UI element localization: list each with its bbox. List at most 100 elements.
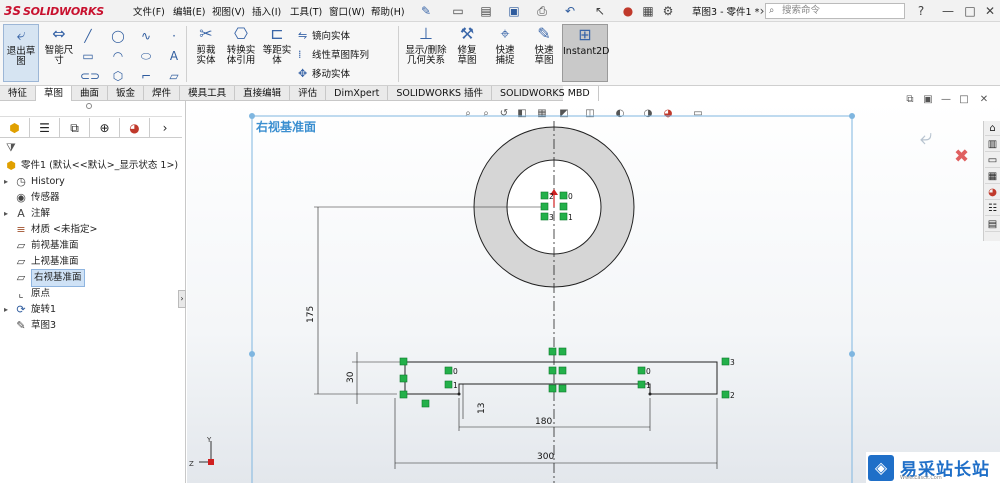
text-icon[interactable]: A	[166, 48, 182, 64]
line-icon[interactable]: ╱	[80, 28, 96, 44]
relation-marker[interactable]	[637, 366, 646, 375]
new-doc-icon[interactable]: ▭	[450, 3, 466, 19]
relation-marker[interactable]	[548, 366, 557, 375]
property-manager-tab-icon[interactable]: ☰	[30, 118, 60, 138]
rectangle-icon[interactable]: ▭	[80, 48, 96, 64]
repair-sketch-button[interactable]: ⚒ 修复草图	[452, 24, 482, 66]
relation-marker[interactable]	[559, 191, 568, 200]
tree-item-sensors[interactable]: ◉ 传感器	[4, 190, 59, 206]
relation-marker[interactable]	[540, 212, 549, 221]
pin-icon[interactable]: ✎	[418, 3, 434, 19]
filter-icon[interactable]: ⧩	[6, 141, 16, 155]
traffic-light-icon[interactable]: ●	[620, 3, 636, 19]
tree-item-sketch3[interactable]: ✎ 草图3	[4, 318, 56, 334]
tab-solidworks-mbd[interactable]: SOLIDWORKS MBD	[492, 86, 599, 101]
expand-arrow-icon[interactable]: ▸	[4, 302, 14, 318]
arc-icon[interactable]: ◠	[110, 48, 126, 64]
ellipse-icon[interactable]: ⬭	[138, 48, 154, 64]
tab-sketch[interactable]: 草图	[36, 86, 73, 101]
tab-weldments[interactable]: 焊件	[144, 86, 181, 101]
point-icon[interactable]: ·	[166, 28, 182, 44]
open-icon[interactable]: ▤	[478, 3, 494, 19]
tab-features[interactable]: 特征	[0, 86, 37, 101]
relation-marker[interactable]	[444, 380, 453, 389]
expand-arrow-icon[interactable]: ▸	[4, 206, 14, 222]
minimize-button[interactable]: —	[940, 3, 956, 19]
move-entities-button[interactable]: ✥ 移动实体	[298, 66, 350, 80]
tree-item-top-plane[interactable]: ▱ 上视基准面	[4, 254, 79, 270]
dimxpert-manager-tab-icon[interactable]: ⊕	[90, 118, 120, 138]
menu-insert[interactable]: 插入(I)	[252, 4, 281, 18]
tab-evaluate[interactable]: 评估	[290, 86, 327, 101]
menu-tools[interactable]: 工具(T)	[290, 4, 322, 18]
custom-properties-icon[interactable]: ☷	[985, 201, 1000, 216]
close-button[interactable]: ✕	[982, 3, 998, 19]
relation-marker[interactable]	[540, 191, 549, 200]
dim-175[interactable]: 175	[306, 306, 316, 323]
tree-root-part[interactable]: ⬢ 零件1 (默认<<默认>_显示状态 1>)	[4, 158, 178, 174]
linear-pattern-button[interactable]: ⁞ 线性草图阵列	[298, 47, 369, 61]
feature-manager-tab-icon[interactable]: ⬢	[0, 118, 30, 138]
tab-dimxpert[interactable]: DimXpert	[326, 86, 389, 101]
plane-handle[interactable]	[849, 351, 855, 357]
save-icon[interactable]: ▣	[506, 3, 522, 19]
home-icon[interactable]: ⌂	[985, 121, 1000, 136]
relation-marker[interactable]	[399, 357, 408, 366]
fillet-icon[interactable]: ⌐	[138, 68, 154, 84]
tabs-scroll-right-icon[interactable]: ›	[150, 118, 180, 138]
circle-icon[interactable]: ◯	[110, 28, 126, 44]
relation-marker[interactable]	[540, 202, 549, 211]
offset-entities-button[interactable]: ⊏ 等距实体	[260, 24, 294, 66]
relation-marker[interactable]	[399, 390, 408, 399]
relation-marker[interactable]	[721, 390, 730, 399]
relation-marker[interactable]	[559, 202, 568, 211]
rapid-sketch-button[interactable]: ✎ 快速草图	[528, 24, 560, 66]
plane-sketch-icon[interactable]: ▱	[166, 68, 182, 84]
dim-300[interactable]: 300	[537, 452, 554, 462]
help-button[interactable]: ?	[913, 3, 929, 19]
dim-30[interactable]: 30	[346, 371, 356, 383]
relation-marker[interactable]	[399, 374, 408, 383]
menu-window[interactable]: 窗口(W)	[329, 4, 365, 18]
tree-item-front-plane[interactable]: ▱ 前视基准面	[4, 238, 79, 254]
file-props-icon[interactable]: ▦	[640, 3, 656, 19]
menu-file[interactable]: 文件(F)	[133, 4, 165, 18]
convert-entities-button[interactable]: ⎔ 转换实体引用	[224, 24, 258, 66]
sketch-canvas[interactable]: 175 30 13 180 300 2 0 3 1 3 0 0 1 1 2 Y …	[187, 101, 983, 483]
exit-sketch-button[interactable]: ⤶ 退出草图	[3, 24, 39, 82]
relation-marker[interactable]	[444, 366, 453, 375]
sketch-vertex[interactable]	[457, 392, 461, 396]
file-explorer-icon[interactable]: ▭	[985, 153, 1000, 168]
tab-mold-tools[interactable]: 模具工具	[180, 86, 236, 101]
relation-marker[interactable]	[558, 366, 567, 375]
relation-marker[interactable]	[721, 357, 730, 366]
options-gear-icon[interactable]: ⚙	[660, 3, 676, 19]
display-relations-button[interactable]: ⊥ 显示/删除几何关系	[404, 24, 448, 66]
dim-13[interactable]: 13	[477, 403, 487, 414]
appearances-icon[interactable]: ◕	[985, 185, 1000, 200]
tree-item-material[interactable]: ≡ 材质 <未指定>	[4, 222, 97, 238]
relation-marker[interactable]	[558, 347, 567, 356]
solidworks-logo[interactable]: 3S SOLIDWORKS	[4, 3, 104, 19]
tab-solidworks-addins[interactable]: SOLIDWORKS 插件	[388, 86, 493, 101]
relation-marker[interactable]	[559, 212, 568, 221]
polygon-icon[interactable]: ⬡	[110, 68, 126, 84]
tree-item-origin[interactable]: ⌞ 原点	[4, 286, 50, 302]
tree-item-annotations[interactable]: ▸ A 注解	[4, 206, 50, 222]
relation-marker[interactable]	[548, 384, 557, 393]
maximize-button[interactable]: □	[962, 3, 978, 19]
tab-direct-editing[interactable]: 直接编辑	[235, 86, 291, 101]
view-palette-icon[interactable]: ▦	[985, 169, 1000, 184]
smart-dimension-button[interactable]: ⇔ 智能尺寸	[42, 24, 76, 66]
trim-entities-button[interactable]: ✂ 剪裁实体	[190, 24, 222, 66]
tab-surfaces[interactable]: 曲面	[72, 86, 109, 101]
quick-snaps-button[interactable]: ⌖ 快速捕捉	[490, 24, 520, 66]
sketch-vertex[interactable]	[648, 392, 652, 396]
menu-help[interactable]: 帮助(H)	[371, 4, 405, 18]
plane-handle[interactable]	[249, 351, 255, 357]
display-manager-tab-icon[interactable]: ◕	[120, 118, 150, 138]
spline-icon[interactable]: ∿	[138, 28, 154, 44]
forum-icon[interactable]: ▤	[985, 217, 1000, 232]
panel-collapse-handle-icon[interactable]: ›	[178, 290, 186, 308]
relation-marker[interactable]	[548, 347, 557, 356]
